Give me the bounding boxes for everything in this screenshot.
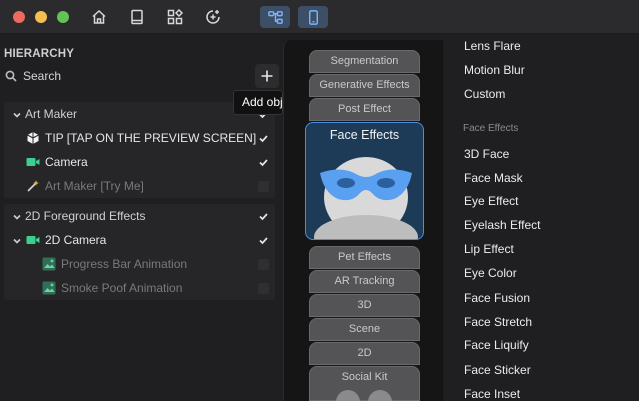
effect-item-eyelash-effect[interactable]: Eyelash Effect bbox=[464, 218, 541, 232]
effect-item-lens-flare[interactable]: Lens Flare bbox=[464, 39, 521, 53]
effect-item-face-mask[interactable]: Face Mask bbox=[464, 171, 523, 185]
group-label: 2D Foreground Effects bbox=[25, 209, 146, 223]
add-object-tooltip: Add object bbox=[233, 90, 283, 115]
effect-item-face-liquify[interactable]: Face Liquify bbox=[464, 338, 529, 352]
add-object-button[interactable] bbox=[255, 64, 279, 88]
avatar bbox=[336, 390, 360, 401]
item-label: Smoke Poof Animation bbox=[61, 281, 183, 295]
visibility-checkbox[interactable] bbox=[258, 282, 269, 294]
effect-item-3d-face[interactable]: 3D Face bbox=[464, 147, 509, 161]
effects-list-panel: Lens Flare Motion Blur Custom Face Effec… bbox=[444, 35, 639, 401]
camera-icon bbox=[26, 156, 40, 170]
list-item[interactable]: Smoke Poof Animation bbox=[4, 276, 275, 300]
group-art-maker: Art Maker TIP [TAP ON THE PREVIEW SCREEN… bbox=[4, 102, 275, 198]
effect-item-face-inset[interactable]: Face Inset bbox=[464, 387, 520, 401]
chevron-down-icon[interactable] bbox=[12, 109, 22, 119]
effect-item-motion-blur[interactable]: Motion Blur bbox=[464, 63, 525, 77]
check-icon[interactable] bbox=[258, 235, 269, 246]
cube-icon bbox=[26, 131, 40, 145]
category-tab-post-effect[interactable]: Post Effect bbox=[309, 98, 420, 121]
category-tab-pet-effects[interactable]: Pet Effects bbox=[309, 246, 420, 269]
node-graph-toggle[interactable] bbox=[260, 6, 290, 28]
category-tab-label: Social Kit bbox=[341, 371, 388, 383]
effect-item-lip-effect[interactable]: Lip Effect bbox=[464, 242, 514, 256]
category-tab-social-kit[interactable]: Social Kit bbox=[309, 366, 420, 401]
chevron-down-icon[interactable] bbox=[12, 211, 22, 221]
item-label: Progress Bar Animation bbox=[61, 257, 188, 271]
category-card-title: Face Effects bbox=[329, 128, 400, 142]
category-tab-generative-effects[interactable]: Generative Effects bbox=[309, 74, 420, 97]
title-bar bbox=[0, 0, 639, 34]
section-header-face-effects: Face Effects bbox=[463, 123, 519, 134]
hierarchy-title: HIERARCHY bbox=[4, 48, 75, 60]
visibility-checkbox[interactable] bbox=[258, 258, 269, 270]
category-tab-ar-tracking[interactable]: AR Tracking bbox=[309, 270, 420, 293]
home-icon[interactable] bbox=[88, 6, 110, 28]
group-header-2d-foreground[interactable]: 2D Foreground Effects bbox=[4, 204, 275, 228]
search-icon bbox=[5, 70, 17, 82]
effect-item-face-sticker[interactable]: Face Sticker bbox=[464, 363, 531, 377]
visibility-checkbox[interactable] bbox=[258, 180, 269, 192]
item-label: Camera bbox=[45, 155, 88, 169]
check-icon[interactable] bbox=[258, 211, 269, 222]
image-icon bbox=[42, 281, 56, 295]
effect-item-eye-effect[interactable]: Eye Effect bbox=[464, 194, 518, 208]
category-tab-segmentation[interactable]: Segmentation bbox=[309, 50, 420, 73]
effect-item-custom[interactable]: Custom bbox=[464, 87, 505, 101]
effect-item-face-fusion[interactable]: Face Fusion bbox=[464, 291, 530, 305]
avatar bbox=[368, 390, 392, 401]
item-label: Art Maker [Try Me] bbox=[45, 179, 144, 193]
search-input[interactable]: Search bbox=[23, 69, 61, 83]
category-tab-3d[interactable]: 3D bbox=[309, 294, 420, 317]
chevron-down-icon[interactable] bbox=[12, 235, 22, 245]
magic-wand-icon bbox=[26, 179, 40, 193]
effect-item-face-stretch[interactable]: Face Stretch bbox=[464, 315, 532, 329]
effect-category-carousel: Segmentation Generative Effects Post Eff… bbox=[283, 40, 443, 401]
category-tab-2d[interactable]: 2D bbox=[309, 342, 420, 365]
hierarchy-panel: HIERARCHY Search Add object Art Maker TI… bbox=[0, 35, 283, 401]
list-item[interactable]: Camera bbox=[4, 150, 275, 174]
list-item[interactable]: TIP [TAP ON THE PREVIEW SCREEN] bbox=[4, 126, 275, 150]
check-icon[interactable] bbox=[258, 133, 269, 144]
phone-preview-toggle[interactable] bbox=[298, 6, 328, 28]
widgets-icon[interactable] bbox=[164, 6, 186, 28]
book-icon[interactable] bbox=[126, 6, 148, 28]
item-label: TIP [TAP ON THE PREVIEW SCREEN] bbox=[45, 131, 257, 145]
add-effect-icon[interactable] bbox=[202, 6, 224, 28]
face-mask-illustration bbox=[314, 157, 418, 239]
category-tab-scene[interactable]: Scene bbox=[309, 318, 420, 341]
close-window-button[interactable] bbox=[13, 11, 25, 23]
item-label: 2D Camera bbox=[45, 233, 107, 247]
list-item[interactable]: 2D Camera bbox=[4, 228, 275, 252]
zoom-window-button[interactable] bbox=[57, 11, 69, 23]
image-icon bbox=[42, 257, 56, 271]
minimize-window-button[interactable] bbox=[35, 11, 47, 23]
list-item[interactable]: Progress Bar Animation bbox=[4, 252, 275, 276]
group-2d-foreground-effects: 2D Foreground Effects 2D Camera Progress… bbox=[4, 204, 275, 300]
list-item[interactable]: Art Maker [Try Me] bbox=[4, 174, 275, 198]
group-label: Art Maker bbox=[25, 107, 78, 121]
category-card-face-effects[interactable]: Face Effects bbox=[305, 122, 424, 240]
check-icon[interactable] bbox=[258, 157, 269, 168]
effect-item-eye-color[interactable]: Eye Color bbox=[464, 266, 517, 280]
camera-icon bbox=[26, 234, 40, 248]
